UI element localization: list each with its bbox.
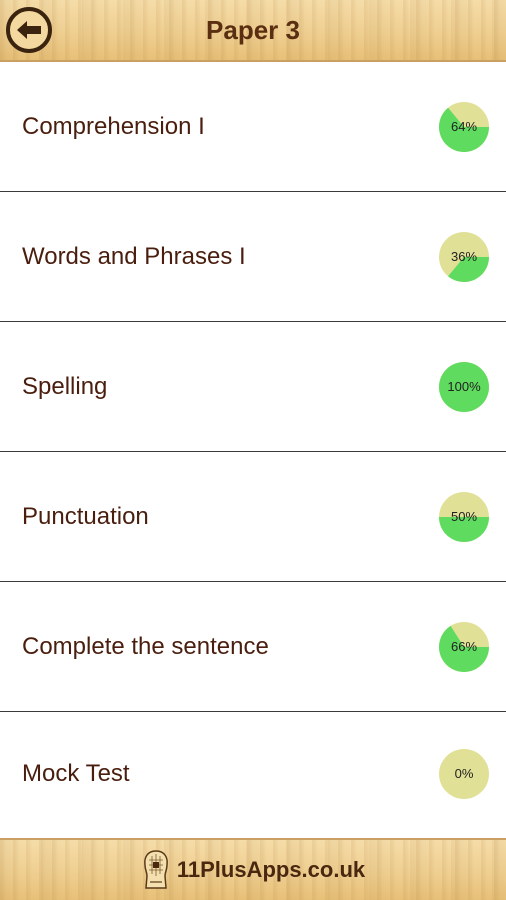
progress-pie: 50% (438, 491, 490, 543)
progress-pie: 0% (438, 748, 490, 800)
footer-link[interactable]: 11PlusApps.co.uk (141, 848, 365, 892)
footer-bar: 11PlusApps.co.uk (0, 838, 506, 900)
list-item-label: Complete the sentence (22, 632, 269, 660)
list-item[interactable]: Words and Phrases I 36% (0, 192, 506, 322)
list-item[interactable]: Mock Test 0% (0, 712, 506, 836)
head-brain-logo-icon (143, 850, 168, 889)
list-item[interactable]: Complete the sentence 66% (0, 582, 506, 712)
list-item-label: Mock Test (22, 760, 130, 787)
list-item[interactable]: Comprehension I 64% (0, 62, 506, 192)
list-item-label: Comprehension I (22, 112, 205, 140)
progress-percent: 50% (450, 508, 478, 524)
progress-pie: 64% (438, 101, 490, 153)
list-item-label: Punctuation (22, 502, 149, 530)
page-title: Paper 3 (206, 15, 300, 45)
list-item-label: Words and Phrases I (22, 242, 246, 270)
footer-link-text: 11PlusApps.co.uk (176, 857, 366, 882)
progress-percent: 64% (450, 118, 478, 134)
progress-percent: 100% (447, 378, 481, 394)
progress-percent: 66% (450, 638, 478, 654)
progress-pie: 36% (438, 231, 490, 283)
progress-percent: 0% (454, 766, 474, 781)
list-item[interactable]: Punctuation 50% (0, 452, 506, 582)
topic-list: Comprehension I 64% Words and Phrases I … (0, 62, 506, 836)
list-item-label: Spelling (22, 372, 108, 400)
header-bar: Paper 3 (0, 0, 506, 62)
progress-percent: 36% (450, 248, 478, 264)
progress-pie: 66% (438, 621, 490, 673)
progress-pie: 100% (438, 361, 490, 413)
list-item[interactable]: Spelling 100% (0, 322, 506, 452)
